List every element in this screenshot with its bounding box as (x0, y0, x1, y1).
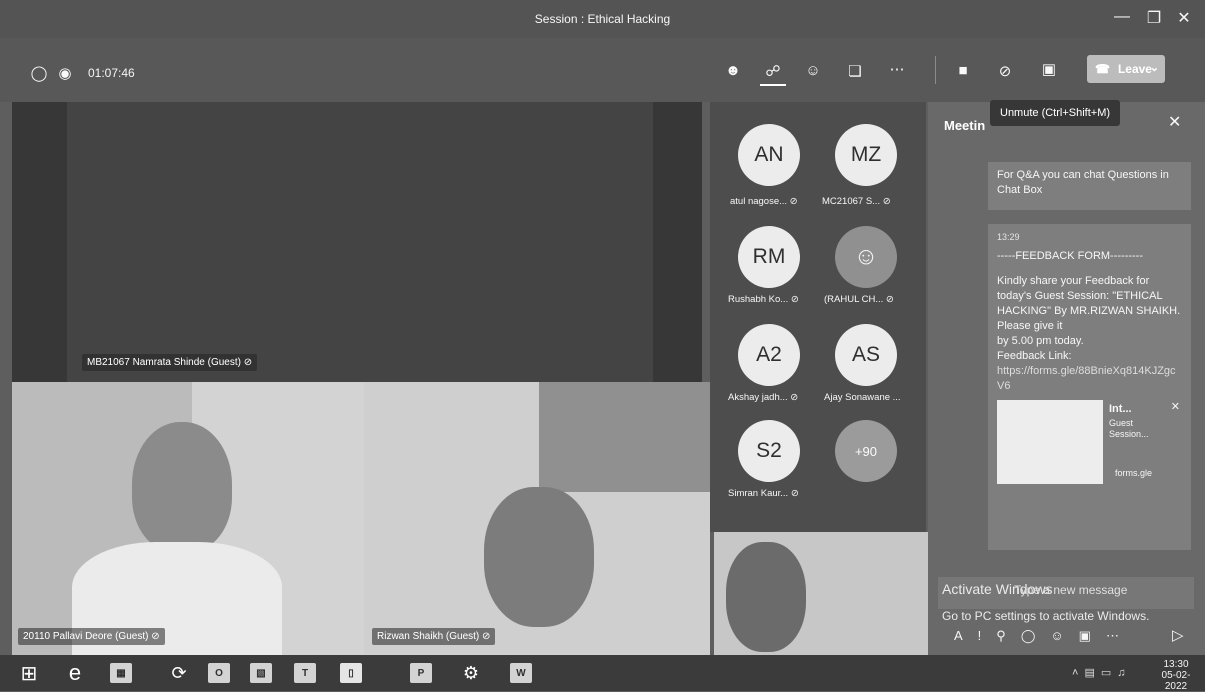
recording-icon: ◉ (58, 65, 72, 82)
link-preview-card[interactable]: Int... ✕ Guest Session... forms.gle (997, 400, 1182, 484)
chat-message: For Q&A you can chat Questions in Chat B… (988, 162, 1191, 210)
phone-icon: ☎ (1095, 62, 1110, 76)
minimize-icon[interactable]: — (1110, 8, 1134, 26)
avatar[interactable]: AN (738, 124, 800, 186)
video-presenter (714, 532, 928, 655)
chevron-down-icon[interactable]: ⌄ (1150, 61, 1159, 74)
file-explorer-icon[interactable]: ▦ (100, 659, 142, 687)
meeting-timer: 01:07:46 (88, 66, 135, 80)
close-icon[interactable]: ✕ (1171, 400, 1180, 415)
window-title: Session : Ethical Hacking (534, 12, 671, 26)
clock-date: 05-02-2022 (1161, 670, 1191, 692)
leave-button[interactable]: ☎ Leave ⌄ (1087, 55, 1165, 83)
chat-header: Meetin (944, 118, 986, 133)
compose-toolbar: A!⚲◯☺▣⋯ (954, 628, 1134, 644)
priority-icon[interactable]: ! (978, 628, 997, 643)
browser-icon[interactable]: e (54, 659, 96, 687)
avatar[interactable]: S2 (738, 420, 800, 482)
chevron-up-icon: ˄ (1072, 667, 1085, 679)
rooms-icon[interactable]: ❏ (842, 62, 868, 80)
windows-start-icon[interactable]: ⊞ (8, 659, 50, 687)
chat-icon[interactable]: ☍ (760, 62, 786, 86)
left-video-name: 20110 Pallavi Deore (Guest) ⊘ (18, 628, 165, 645)
unmute-tooltip: Unmute (Ctrl+Shift+M) (990, 100, 1121, 126)
mic-muted-icon[interactable]: ⊘ (992, 62, 1018, 80)
chat-message-feedback: 13:29 -----FEEDBACK FORM--------- Kindly… (988, 224, 1191, 550)
participant-name: MC21067 S... ⊘ (822, 196, 891, 207)
participant-name: atul nagose... ⊘ (730, 196, 798, 207)
send-icon[interactable]: ▷ (1172, 626, 1184, 644)
clock-time: 13:30 (1163, 659, 1189, 670)
close-panel-icon[interactable]: ✕ (1168, 112, 1181, 132)
powerpoint-icon[interactable]: P (400, 659, 442, 687)
word-icon[interactable]: W (500, 659, 542, 687)
battery-icon: ▭ (1100, 667, 1118, 679)
more-icon[interactable]: ⋯ (1106, 628, 1134, 643)
avatar[interactable]: RM (738, 226, 800, 288)
clock[interactable]: 13:30 05-02-2022 (1152, 659, 1200, 692)
center-video-name: Rizwan Shaikh (Guest) ⊘ (372, 628, 496, 645)
participants-icon[interactable]: ☻ (720, 62, 746, 79)
main-video: MB21067 Namrata Shinde (Guest) ⊘ (12, 102, 702, 382)
sync-app-icon[interactable]: ⟳ (158, 659, 200, 687)
shield-icon: ◯ (30, 65, 48, 82)
loop-icon[interactable]: ◯ (1021, 628, 1051, 643)
network-icon: ▤ (1084, 667, 1101, 679)
participant-name: Akshay jadh... ⊘ (728, 392, 799, 403)
message-placeholder: Type a new message (1014, 583, 1128, 597)
participant-name: Ajay Sonawane ... (824, 392, 901, 403)
gif-icon[interactable]: ▣ (1079, 628, 1106, 643)
volume-icon: ♫ (1117, 667, 1132, 679)
avatar[interactable]: A2 (738, 324, 800, 386)
meeting-toolbar: ◯ ◉ 01:07:46 ☻ ☍ ☺ ❏ ⋯ ■ ⊘ ▣ ☎ Leave ⌄ (0, 38, 1205, 102)
video-pallavi: 20110 Pallavi Deore (Guest) ⊘ (12, 382, 364, 655)
more-options-icon[interactable]: ⋯ (884, 60, 910, 78)
system-tray[interactable]: ˄▤▭♫ (1072, 666, 1132, 679)
more-participants[interactable]: +90 (835, 420, 897, 482)
title-bar: Session : Ethical Hacking — ❐ ✕ (0, 0, 1205, 38)
notes-app-icon[interactable]: ▯ (330, 659, 372, 687)
person-icon: ☺ (853, 243, 879, 270)
format-icon[interactable]: A (954, 628, 978, 643)
toolbar-divider (935, 56, 936, 84)
share-screen-icon[interactable]: ▣ (1036, 60, 1062, 78)
feedback-link[interactable]: https://forms.gle/88BnieXq814KJZgcV6 (997, 364, 1182, 394)
participants-grid: AN atul nagose... ⊘ MZ MC21067 S... ⊘ RM… (710, 102, 926, 532)
windows-taskbar: ⊞ e ▦ ⟳ O ▧ T ▯ P ⚙ W ˄▤▭♫ 13:30 05-02-2… (0, 655, 1205, 692)
message-input[interactable]: Activate Windows Type a new message (938, 577, 1194, 609)
video-rizwan: Rizwan Shaikh (Guest) ⊘ (364, 382, 710, 655)
clipboard-app-icon[interactable]: ▧ (240, 659, 282, 687)
participant-name: Rushabh Ko... ⊘ (728, 294, 799, 305)
main-video-name: MB21067 Namrata Shinde (Guest) ⊘ (82, 354, 258, 371)
avatar[interactable]: MZ (835, 124, 897, 186)
restore-icon[interactable]: ❐ (1142, 8, 1166, 28)
avatar[interactable]: ☺ (835, 226, 897, 288)
settings-icon[interactable]: ⚙ (450, 659, 492, 687)
attach-icon[interactable]: ⚲ (996, 628, 1021, 643)
participant-name: Simran Kaur... ⊘ (728, 488, 799, 499)
mic-off-icon: ⊘ (482, 631, 491, 642)
mic-off-icon: ⊘ (151, 631, 160, 642)
teams-icon[interactable]: T (284, 659, 326, 687)
activate-windows-subtext: Go to PC settings to activate Windows. (942, 609, 1150, 623)
chat-panel: Meetin ✕ For Q&A you can chat Questions … (928, 102, 1205, 655)
camera-icon[interactable]: ■ (950, 62, 976, 79)
avatar[interactable]: AS (835, 324, 897, 386)
mic-off-icon: ⊘ (243, 357, 253, 368)
participant-name: (RAHUL CH... ⊘ (824, 294, 894, 305)
preview-thumbnail (997, 400, 1103, 484)
close-icon[interactable]: ✕ (1172, 8, 1196, 28)
reactions-icon[interactable]: ☺ (800, 62, 826, 79)
emoji-icon[interactable]: ☺ (1050, 628, 1078, 643)
outlook-icon[interactable]: O (198, 659, 240, 687)
